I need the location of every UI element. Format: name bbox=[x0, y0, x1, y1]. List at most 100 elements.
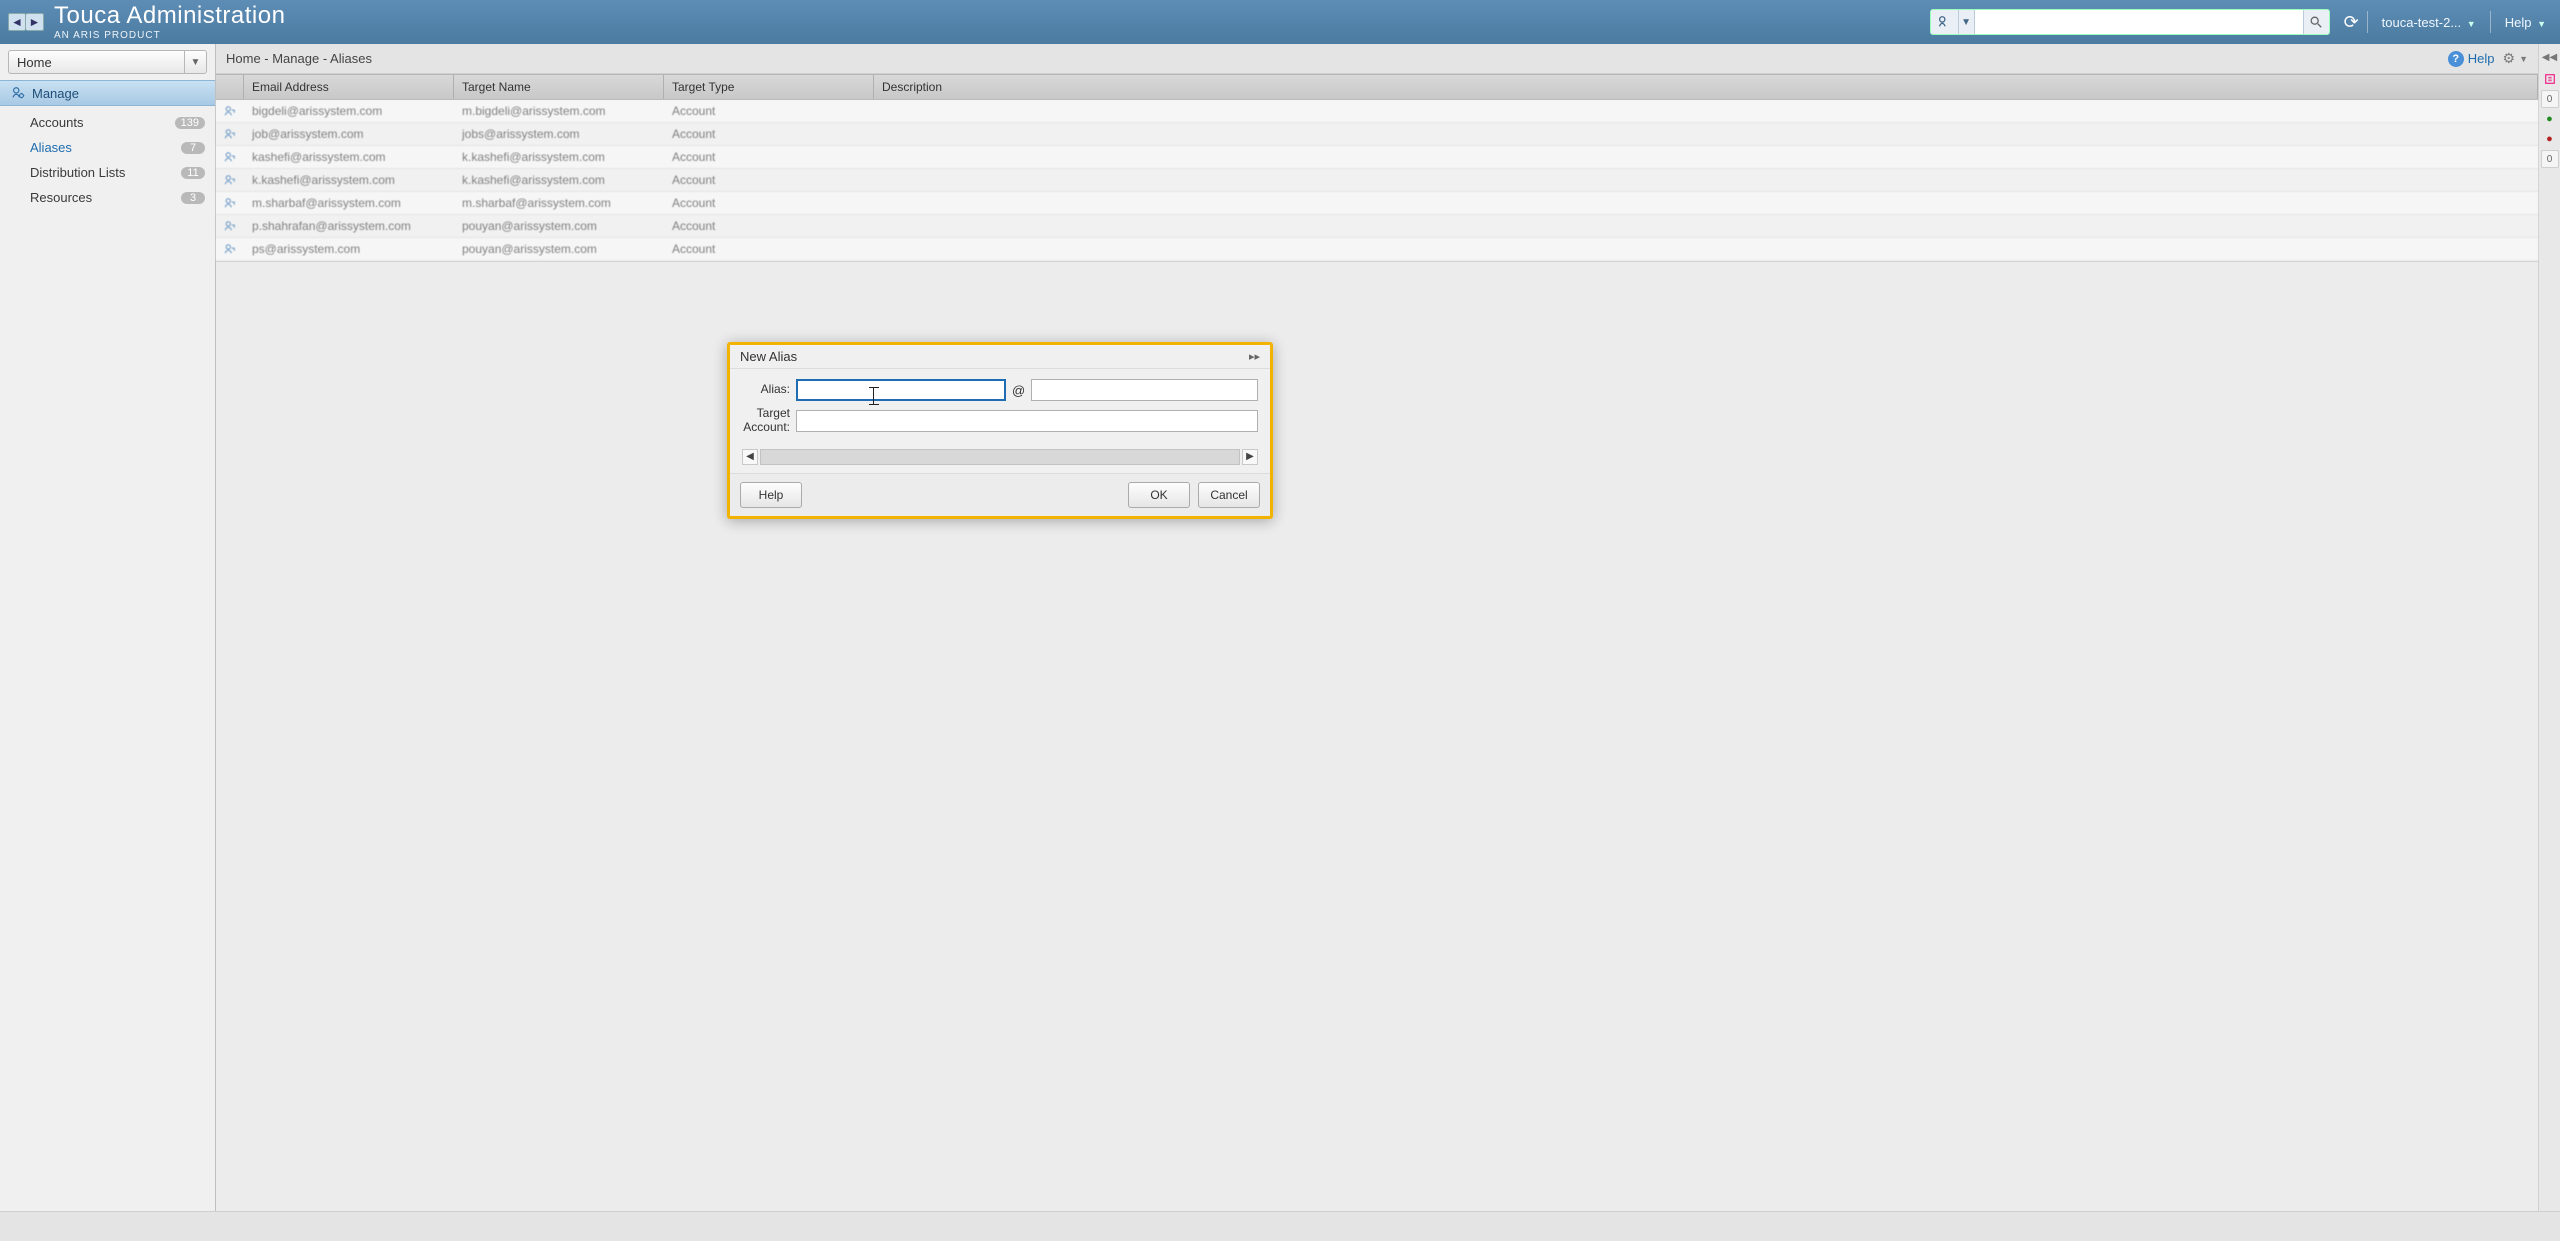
col-target-header[interactable]: Target Name bbox=[454, 75, 664, 99]
main-area: Home - Manage - Aliases ? Help ⚙ ▼ Email… bbox=[216, 44, 2560, 1211]
nav-arrows: ◄ ► bbox=[8, 13, 44, 31]
strip-status-ok-icon[interactable]: ● bbox=[2541, 110, 2559, 128]
cell-email: ps@arissystem.com bbox=[244, 238, 454, 260]
sidebar-item-badge: 7 bbox=[181, 142, 205, 154]
sidebar-item-resources[interactable]: Resources3 bbox=[0, 185, 215, 210]
home-dropdown-label: Home bbox=[9, 55, 184, 70]
table-row[interactable]: p.shahrafan@arissystem.compouyan@arissys… bbox=[216, 215, 2538, 238]
strip-count-b[interactable]: 0 bbox=[2541, 150, 2559, 168]
sidebar-item-aliases[interactable]: Aliases7 bbox=[0, 135, 215, 160]
target-label-line1: Target bbox=[757, 407, 790, 421]
manage-icon bbox=[10, 85, 26, 101]
top-right-tools: ⟳ touca-test-2... ▼ Help ▼ bbox=[2344, 11, 2552, 33]
dialog-help-button[interactable]: Help bbox=[740, 482, 802, 508]
sidebar-item-label: Accounts bbox=[30, 115, 83, 130]
pager-right-button[interactable]: ▶ bbox=[1242, 449, 1258, 465]
col-email-header[interactable]: Email Address bbox=[244, 75, 454, 99]
chevron-down-icon: ▼ bbox=[2519, 54, 2528, 64]
home-dropdown[interactable]: Home ▼ bbox=[8, 50, 207, 74]
strip-count-a[interactable]: 0 bbox=[2541, 90, 2559, 108]
grid-header: Email Address Target Name Target Type De… bbox=[216, 74, 2538, 100]
row-type-icon bbox=[216, 192, 244, 214]
header-help-button[interactable]: Help ▼ bbox=[2499, 15, 2552, 30]
sidebar-item-badge: 11 bbox=[181, 167, 205, 179]
alias-row: Alias: @ bbox=[742, 379, 1258, 401]
cell-email: job@arissystem.com bbox=[244, 123, 454, 145]
dialog-titlebar[interactable]: New Alias ▸▸ bbox=[730, 345, 1270, 369]
pager-left-button[interactable]: ◀ bbox=[742, 449, 758, 465]
row-type-icon bbox=[216, 100, 244, 122]
app-subtitle: AN ARIS PRODUCT bbox=[54, 31, 285, 41]
pager-track[interactable] bbox=[760, 449, 1240, 465]
status-bar bbox=[0, 1211, 2560, 1241]
user-chip[interactable]: touca-test-2... ▼ bbox=[2376, 15, 2482, 30]
cell-target: jobs@arissystem.com bbox=[454, 123, 664, 145]
cell-desc bbox=[874, 130, 2538, 138]
search-scope-dropdown[interactable]: ▼ bbox=[1959, 10, 1975, 34]
strip-tool-icon[interactable] bbox=[2541, 70, 2559, 88]
dialog-ok-button[interactable]: OK bbox=[1128, 482, 1190, 508]
dialog-footer: Help OK Cancel bbox=[730, 473, 1270, 516]
cell-type: Account bbox=[664, 146, 874, 168]
header-help-label: Help bbox=[2505, 15, 2532, 30]
table-row[interactable]: kashefi@arissystem.comk.kashefi@arissyst… bbox=[216, 146, 2538, 169]
cell-type: Account bbox=[664, 100, 874, 122]
col-icon-header[interactable] bbox=[216, 75, 244, 99]
col-desc-header[interactable]: Description bbox=[874, 75, 2538, 99]
search-scope-icon[interactable] bbox=[1931, 10, 1959, 34]
cell-email: bigdeli@arissystem.com bbox=[244, 100, 454, 122]
search-button[interactable] bbox=[2303, 10, 2329, 34]
alias-input[interactable] bbox=[796, 379, 1006, 401]
at-label: @ bbox=[1006, 383, 1031, 398]
new-alias-dialog: New Alias ▸▸ Alias: @ Target Account: bbox=[727, 342, 1273, 519]
chevron-down-icon: ▼ bbox=[2537, 19, 2546, 29]
sidebar-item-accounts[interactable]: Accounts139 bbox=[0, 110, 215, 135]
cell-target: k.kashefi@arissystem.com bbox=[454, 146, 664, 168]
sidebar: Home ▼ Manage Accounts139Aliases7Distrib… bbox=[0, 44, 216, 1211]
cell-target: k.kashefi@arissystem.com bbox=[454, 169, 664, 191]
row-type-icon bbox=[216, 238, 244, 260]
cell-target: m.bigdeli@arissystem.com bbox=[454, 100, 664, 122]
dialog-cancel-button[interactable]: Cancel bbox=[1198, 482, 1260, 508]
target-account-input[interactable] bbox=[796, 410, 1258, 432]
gear-icon[interactable]: ⚙ bbox=[2503, 50, 2516, 67]
table-row[interactable]: m.sharbaf@arissystem.comm.sharbaf@arissy… bbox=[216, 192, 2538, 215]
target-account-label: Target Account: bbox=[742, 407, 796, 435]
sidebar-item-distribution-lists[interactable]: Distribution Lists11 bbox=[0, 160, 215, 185]
chevron-down-icon[interactable]: ▼ bbox=[184, 51, 206, 73]
sidebar-section-label: Manage bbox=[32, 86, 79, 101]
dialog-collapse-icon[interactable]: ▸▸ bbox=[1249, 350, 1260, 363]
separator bbox=[2367, 11, 2368, 33]
nav-back-button[interactable]: ◄ bbox=[8, 13, 26, 31]
cell-type: Account bbox=[664, 192, 874, 214]
app-title: Touca Administration AN ARIS PRODUCT bbox=[54, 4, 285, 41]
table-row[interactable]: job@arissystem.comjobs@arissystem.comAcc… bbox=[216, 123, 2538, 146]
strip-status-err-icon[interactable]: ● bbox=[2541, 130, 2559, 148]
search-input[interactable] bbox=[1975, 10, 2303, 34]
main-top-row: Home - Manage - Aliases ? Help ⚙ ▼ bbox=[216, 44, 2538, 74]
reload-icon[interactable]: ⟳ bbox=[2344, 12, 2359, 33]
cell-desc bbox=[874, 153, 2538, 161]
alias-domain-input[interactable] bbox=[1031, 379, 1258, 401]
cell-email: kashefi@arissystem.com bbox=[244, 146, 454, 168]
cell-email: p.shahrafan@arissystem.com bbox=[244, 215, 454, 237]
grid-body: bigdeli@arissystem.comm.bigdeli@arissyst… bbox=[216, 100, 2538, 261]
row-type-icon bbox=[216, 169, 244, 191]
strip-expand-icon[interactable]: ◀◀ bbox=[2541, 48, 2559, 66]
cell-type: Account bbox=[664, 238, 874, 260]
sidebar-list: Accounts139Aliases7Distribution Lists11R… bbox=[0, 106, 215, 214]
separator bbox=[2490, 11, 2491, 33]
main-help[interactable]: ? Help ⚙ ▼ bbox=[2448, 50, 2528, 67]
cell-desc bbox=[874, 107, 2538, 115]
cell-desc bbox=[874, 222, 2538, 230]
top-header: ◄ ► Touca Administration AN ARIS PRODUCT… bbox=[0, 0, 2560, 44]
col-type-header[interactable]: Target Type bbox=[664, 75, 874, 99]
table-row[interactable]: k.kashefi@arissystem.comk.kashefi@arissy… bbox=[216, 169, 2538, 192]
sidebar-section-manage[interactable]: Manage bbox=[0, 80, 215, 106]
row-type-icon bbox=[216, 146, 244, 168]
dialog-body: Alias: @ Target Account: ◀ ▶ bbox=[730, 369, 1270, 473]
table-row[interactable]: bigdeli@arissystem.comm.bigdeli@arissyst… bbox=[216, 100, 2538, 123]
row-type-icon bbox=[216, 215, 244, 237]
table-row[interactable]: ps@arissystem.compouyan@arissystem.comAc… bbox=[216, 238, 2538, 261]
nav-forward-button[interactable]: ► bbox=[26, 13, 44, 31]
